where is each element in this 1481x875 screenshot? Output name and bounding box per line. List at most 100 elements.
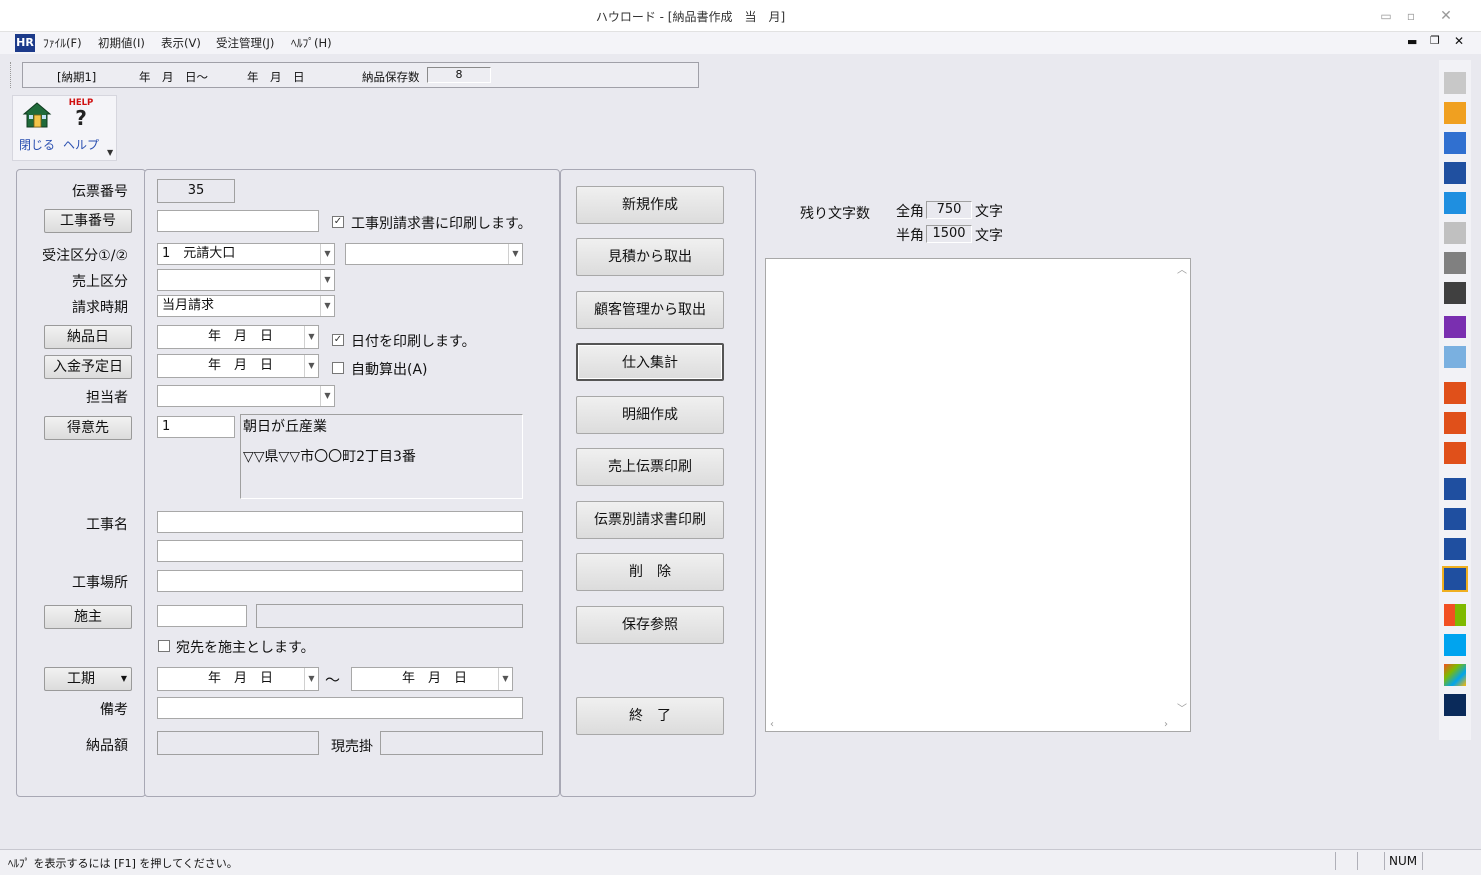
delivery-date-button[interactable]: 納品日 [44, 325, 132, 349]
remarks-input[interactable] [157, 697, 523, 719]
sales-class-select[interactable]: ▼ [157, 269, 335, 291]
print-date-checkbox[interactable]: ✓ [332, 334, 344, 346]
maximize-button[interactable]: ▫ [1396, 6, 1426, 26]
close-label: 閉じる [18, 138, 55, 152]
office-2010-icon-1[interactable] [1444, 478, 1466, 500]
status-pane-4 [1422, 852, 1462, 870]
office-2010-icon-4[interactable] [1442, 566, 1468, 592]
scroll-up-icon[interactable]: ︿ [1177, 261, 1187, 276]
order-class-1-select[interactable]: 1 元請大口 ▼ [157, 243, 335, 265]
addressee-owner-checkbox[interactable] [158, 640, 170, 652]
new-button[interactable]: 新規作成 [576, 186, 724, 224]
scroll-left-icon[interactable]: ‹ [770, 719, 774, 730]
person-select[interactable]: ▼ [157, 385, 335, 407]
person-label: 担当者 [86, 390, 128, 406]
period-tilde: 〜 [325, 671, 341, 689]
delete-button[interactable]: 削 除 [576, 553, 724, 591]
job-name-input-1[interactable] [157, 511, 523, 533]
app-icon-3[interactable] [1444, 132, 1466, 154]
billing-time-label: 請求時期 [72, 300, 128, 316]
order-class-2-select[interactable]: ▼ [345, 243, 523, 265]
close-button[interactable]: 閉じる [15, 98, 59, 158]
status-help-text: ﾍﾙﾌﾟ を表示するには [F1] を押してください。 [8, 857, 238, 870]
mdi-close-button[interactable]: ✕ [1454, 34, 1464, 48]
delivery-date-picker[interactable]: 年 月 日 ▼ [157, 325, 319, 349]
purchase-total-button[interactable]: 仕入集計 [576, 343, 724, 381]
remarks-label: 備考 [100, 702, 128, 718]
job-no-button[interactable]: 工事番号 [44, 209, 132, 233]
infobar-grip[interactable] [10, 62, 14, 88]
menu-initial[interactable]: 初期値(I) [98, 35, 145, 51]
office-icon-1[interactable] [1444, 382, 1466, 404]
period-to-picker[interactable]: 年 月 日 ▼ [351, 667, 513, 691]
windows-icon-2[interactable] [1444, 634, 1466, 656]
visual-studio-icon[interactable] [1444, 316, 1466, 338]
scroll-down-icon[interactable]: ﹀ [1177, 700, 1187, 715]
customer-code-input[interactable]: 1 [157, 416, 235, 438]
job-site-input[interactable] [157, 570, 523, 592]
print-invoice-button[interactable]: 伝票別請求書印刷 [576, 501, 724, 539]
menu-file[interactable]: ﾌｧｲﾙ(F) [43, 35, 82, 51]
infinity-icon[interactable] [1444, 346, 1466, 368]
photoshop-icon[interactable] [1444, 694, 1466, 716]
mdi-restore-button[interactable]: ❐ [1430, 34, 1440, 47]
from-estimate-button[interactable]: 見積から取出 [576, 238, 724, 276]
chevron-down-icon: ▼ [320, 296, 334, 316]
print-by-job-checkbox[interactable]: ✓ [332, 216, 344, 228]
addressee-owner-label: 宛先を施主とします。 [176, 640, 315, 656]
menu-order[interactable]: 受注管理(J) [216, 35, 274, 51]
app-icon-1[interactable] [1444, 72, 1466, 94]
toolbar: 閉じる HELP ? ヘルプ ▼ [12, 95, 117, 161]
halfwidth-count: 1500 [926, 225, 972, 243]
job-site-label: 工事場所 [72, 575, 128, 591]
remarks-textarea[interactable]: ︿ ﹀ ‹ › [765, 258, 1191, 732]
print-date-label: 日付を印刷します。 [351, 334, 476, 350]
app-icon-6[interactable] [1444, 222, 1466, 244]
print-sales-slip-button[interactable]: 売上伝票印刷 [576, 448, 724, 486]
payment-date-picker[interactable]: 年 月 日 ▼ [157, 354, 319, 378]
customer-button[interactable]: 得意先 [44, 416, 132, 440]
detail-button[interactable]: 明細作成 [576, 396, 724, 434]
job-no-input[interactable] [157, 210, 319, 232]
app-icon-4[interactable] [1444, 162, 1466, 184]
mdi-minimize-button[interactable]: ▬ [1407, 35, 1417, 48]
cash-credit-label: 現売掛 [331, 739, 373, 755]
owner-code-input[interactable] [157, 605, 247, 627]
payment-date-button[interactable]: 入金予定日 [44, 355, 132, 379]
auto-calc-label: 自動算出(A) [351, 362, 428, 378]
toolbar-overflow-icon[interactable]: ▼ [107, 148, 113, 157]
office-2010-icon-3[interactable] [1444, 538, 1466, 560]
office-icon-3[interactable] [1444, 442, 1466, 464]
window-title: ハウロード - [納品書作成 当 月] [595, 10, 786, 24]
job-name-input-2[interactable] [157, 540, 523, 562]
date-from: 年 月 日〜 [139, 70, 208, 84]
from-customer-button[interactable]: 顧客管理から取出 [576, 291, 724, 329]
billing-time-select[interactable]: 当月請求 ▼ [157, 295, 335, 317]
auto-calc-checkbox[interactable] [332, 362, 344, 374]
menu-bar: HR ﾌｧｲﾙ(F) 初期値(I) 表示(V) 受注管理(J) ﾍﾙﾌﾟ(H) … [0, 32, 1481, 54]
office-icon-2[interactable] [1444, 412, 1466, 434]
menu-view[interactable]: 表示(V) [161, 35, 201, 51]
office-2010-icon-2[interactable] [1444, 508, 1466, 530]
scroll-right-icon[interactable]: › [1164, 719, 1168, 730]
period-from-picker[interactable]: 年 月 日 ▼ [157, 667, 319, 691]
exit-button[interactable]: 終 了 [576, 697, 724, 735]
period-button-label: 工期 [67, 671, 95, 687]
close-window-button[interactable]: ✕ [1431, 6, 1461, 26]
windows-icon-3[interactable] [1444, 664, 1466, 686]
help-button[interactable]: HELP ? ヘルプ [59, 98, 103, 158]
save-count-value: 8 [427, 67, 491, 83]
app-icon-2[interactable] [1444, 102, 1466, 124]
saved-ref-button[interactable]: 保存参照 [576, 606, 724, 644]
app-icon-8[interactable] [1444, 282, 1466, 304]
num-lock-indicator: NUM [1384, 852, 1422, 870]
windows-icon-1[interactable] [1444, 604, 1466, 626]
app-icon-5[interactable] [1444, 192, 1466, 214]
app-icon-7[interactable] [1444, 252, 1466, 274]
chevron-down-icon: ▼ [304, 326, 318, 348]
period-dropdown-button[interactable]: 工期 ▼ [44, 667, 132, 691]
menu-help[interactable]: ﾍﾙﾌﾟ(H) [291, 35, 332, 51]
period-to-value: 年 月 日 [402, 671, 468, 686]
owner-button[interactable]: 施主 [44, 605, 132, 629]
customer-name: 朝日が丘産業 [243, 419, 327, 435]
